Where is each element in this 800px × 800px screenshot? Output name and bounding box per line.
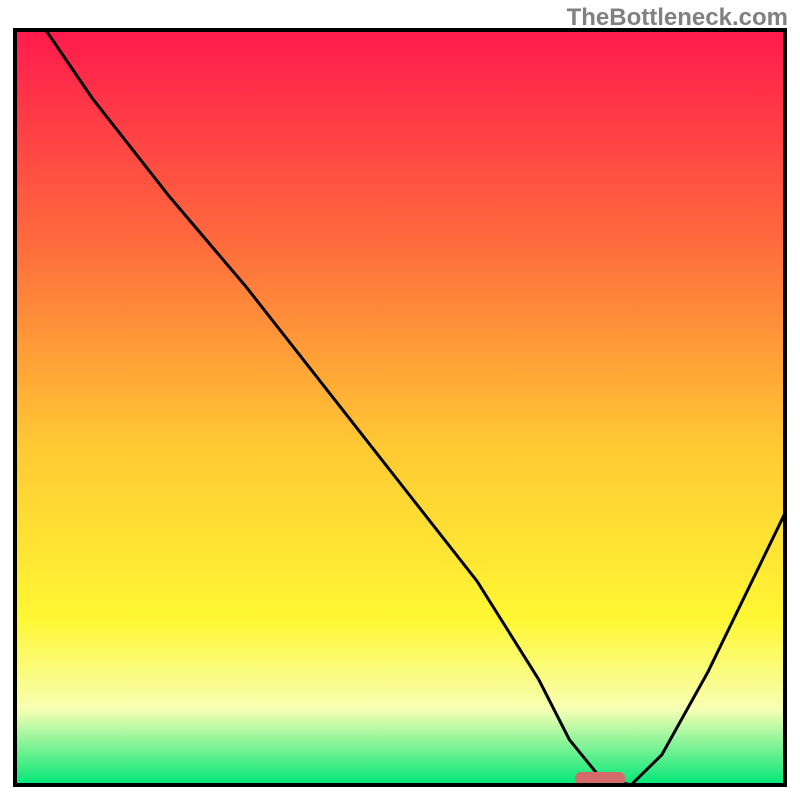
watermark-text: TheBottleneck.com — [567, 4, 788, 32]
bottleneck-chart: TheBottleneck.com — [0, 0, 800, 800]
gradient-background — [15, 30, 785, 785]
chart-svg — [0, 0, 800, 800]
